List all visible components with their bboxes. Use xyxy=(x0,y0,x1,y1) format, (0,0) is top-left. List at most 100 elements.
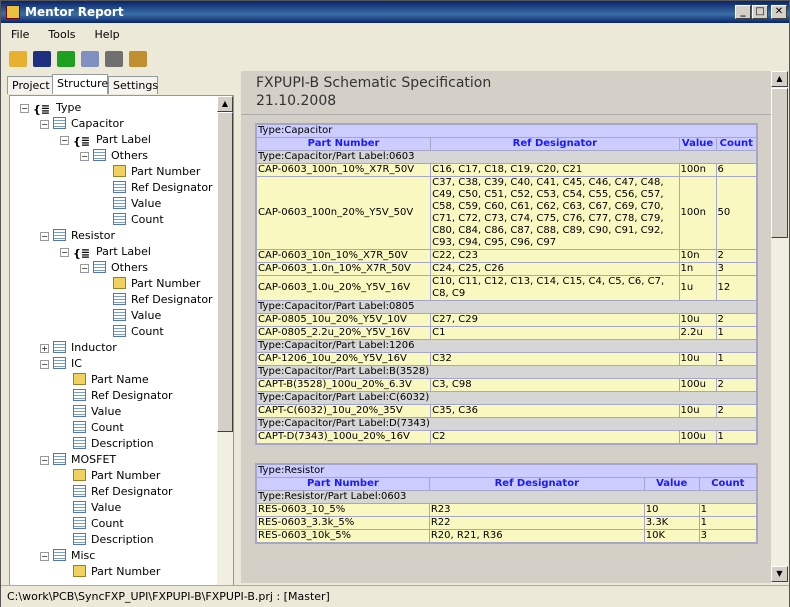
tree-node[interactable]: Ref Designator xyxy=(73,388,173,404)
tree-node[interactable]: Value xyxy=(113,308,161,324)
value-cell: 1u xyxy=(678,275,717,301)
open-icon[interactable] xyxy=(9,51,27,67)
menu-file[interactable]: File xyxy=(1,24,38,41)
collapse-icon[interactable]: − xyxy=(20,104,29,113)
tree-node[interactable]: Part Name xyxy=(73,372,149,388)
collapse-icon[interactable]: − xyxy=(40,456,49,465)
settings-icon[interactable] xyxy=(129,51,147,67)
column-header[interactable]: Value xyxy=(643,477,700,491)
column-header[interactable]: Count xyxy=(698,477,758,491)
table-icon xyxy=(53,549,66,561)
tree-node[interactable]: Count xyxy=(113,324,164,340)
table-row: CAPT-C(6032)_10u_20%_35V C35, C36 10u 2 xyxy=(255,404,758,418)
tree-node[interactable]: Count xyxy=(113,212,164,228)
collapse-icon[interactable]: − xyxy=(60,248,69,257)
table-icon xyxy=(113,293,126,305)
section-title-row: Type:Resistor xyxy=(255,463,758,478)
column-header[interactable]: Count xyxy=(715,137,758,151)
print-icon[interactable] xyxy=(105,51,123,67)
key-field-icon xyxy=(73,565,86,577)
close-button[interactable]: ✕ xyxy=(771,5,787,19)
scroll-down-button[interactable]: ▼ xyxy=(771,566,788,582)
group-header-row: Type:Resistor/Part Label:0603 xyxy=(255,490,758,504)
table-row: CAPT-D(7343)_100u_20%_16V C2 100u 1 xyxy=(255,430,758,445)
tree-node[interactable]: − Resistor xyxy=(40,228,115,244)
save-icon[interactable] xyxy=(33,51,51,67)
collapse-icon[interactable]: − xyxy=(80,264,89,273)
scroll-up-button[interactable]: ▲ xyxy=(217,96,233,112)
scroll-thumb[interactable] xyxy=(771,88,788,238)
collapse-icon[interactable]: − xyxy=(40,232,49,241)
tree-node[interactable]: − MOSFET xyxy=(40,452,116,468)
report-view: FXPUPI-B Schematic Specification 21.10.2… xyxy=(241,71,771,583)
group-label: Type:Capacitor/Part Label:1206 xyxy=(255,339,758,353)
tree-node[interactable]: Part Number xyxy=(73,564,160,580)
collapse-icon[interactable]: − xyxy=(60,136,69,145)
tree-node[interactable]: Description xyxy=(73,436,154,452)
tree-node-label: Description xyxy=(91,533,154,546)
collapse-icon[interactable]: − xyxy=(80,152,89,161)
tree-node[interactable]: Value xyxy=(73,404,121,420)
tree-node[interactable]: Value xyxy=(113,196,161,212)
tree-node-label: Type xyxy=(56,101,82,114)
tree-node[interactable]: Count xyxy=(73,420,124,436)
scroll-up-button[interactable]: ▲ xyxy=(771,71,788,87)
expand-icon[interactable]: + xyxy=(40,344,49,353)
tree-node[interactable]: Part Number xyxy=(73,468,160,484)
ref-designator-cell: C2 xyxy=(430,430,680,445)
tree-node-label: Capacitor xyxy=(71,117,124,130)
tree-node[interactable]: Ref Designator xyxy=(113,292,213,308)
table-row: RES-0603_10_5% R23 10 1 xyxy=(255,503,758,517)
collapse-icon[interactable]: − xyxy=(40,360,49,369)
tree-node[interactable]: − Others xyxy=(80,260,148,276)
key-field-icon xyxy=(113,165,126,177)
column-header[interactable]: Ref Designator xyxy=(430,137,680,151)
tree-node[interactable]: − {≣ Part Label xyxy=(60,132,151,148)
minimize-button[interactable]: _ xyxy=(735,5,751,19)
report-header: FXPUPI-B Schematic Specification 21.10.2… xyxy=(241,71,771,115)
group-header-row: Type:Capacitor/Part Label:0805 xyxy=(255,300,758,314)
report-scrollbar[interactable]: ▲ ▼ xyxy=(771,71,788,583)
preview-icon[interactable] xyxy=(81,51,99,67)
refresh-icon[interactable] xyxy=(57,51,75,67)
status-bar: C:\work\PCB\SyncFXP_UPI\FXPUPI-B\FXPUPI-… xyxy=(1,585,789,607)
tree-node[interactable]: Count xyxy=(73,516,124,532)
column-header[interactable]: Part Number xyxy=(255,477,430,491)
tree-node[interactable]: Part Number xyxy=(113,276,200,292)
section-title: Type:Capacitor xyxy=(255,123,758,138)
ref-designator-cell: C35, C36 xyxy=(430,404,680,418)
tab-settings[interactable]: Settings xyxy=(108,76,158,94)
tab-project[interactable]: Project xyxy=(7,76,53,94)
tab-structure[interactable]: Structure xyxy=(52,74,108,94)
scroll-thumb[interactable] xyxy=(217,112,233,432)
tree-node[interactable]: Description xyxy=(73,532,154,548)
menu-tools[interactable]: Tools xyxy=(38,24,84,41)
collapse-icon[interactable]: − xyxy=(40,552,49,561)
tree-node[interactable]: + Inductor xyxy=(40,340,117,356)
tree-scrollbar[interactable]: ▲ xyxy=(217,96,233,585)
part-number-cell: CAPT-D(7343)_100u_20%_16V xyxy=(255,430,432,445)
column-header[interactable]: Part Number xyxy=(255,137,432,151)
group-header-row: Type:Capacitor/Part Label:B(3528) xyxy=(255,365,758,379)
tree-node[interactable]: − IC xyxy=(40,356,82,372)
tree-node[interactable]: − Misc xyxy=(40,548,95,564)
collapse-icon[interactable]: − xyxy=(40,120,49,129)
tree-node[interactable]: − Capacitor xyxy=(40,116,124,132)
count-cell: 1 xyxy=(698,516,758,530)
tree-node-label: Misc xyxy=(71,549,96,562)
tree-node[interactable]: − {≣ Type xyxy=(20,100,81,116)
group-icon: {≣ xyxy=(33,103,51,116)
tree-node[interactable]: Ref Designator xyxy=(113,180,213,196)
maximize-button[interactable]: □ xyxy=(752,5,768,19)
table-icon xyxy=(73,533,86,545)
tree-node[interactable]: − Others xyxy=(80,148,148,164)
menu-help[interactable]: Help xyxy=(85,24,129,41)
tree-node[interactable]: Value xyxy=(73,500,121,516)
column-header[interactable]: Ref Designator xyxy=(428,477,645,491)
tree-node[interactable]: Ref Designator xyxy=(73,484,173,500)
ref-designator-cell: C22, C23 xyxy=(430,249,680,263)
tree-node[interactable]: Part Number xyxy=(113,164,200,180)
tree-node[interactable]: − {≣ Part Label xyxy=(60,244,151,260)
tree-node-label: Value xyxy=(91,501,122,514)
column-header[interactable]: Value xyxy=(678,137,717,151)
